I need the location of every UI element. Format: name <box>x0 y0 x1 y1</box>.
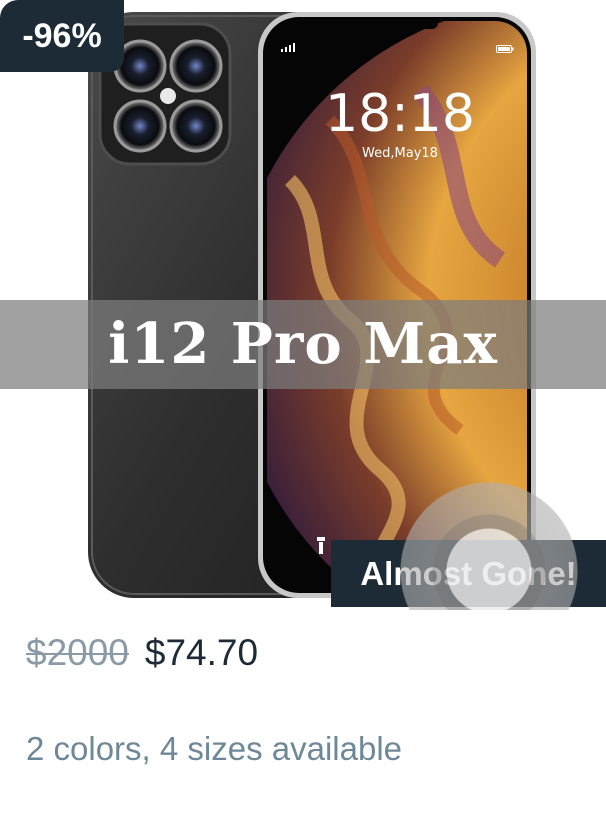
discount-badge: -96% <box>0 0 124 72</box>
original-price: $2000 <box>26 632 129 673</box>
signal-icon <box>281 39 295 52</box>
flashlight-icon <box>317 537 325 555</box>
price-row: $2000 $74.70 <box>26 632 258 682</box>
availability-text: 2 colors, 4 sizes available <box>26 730 403 767</box>
lock-screen-date: Wed,May18 <box>362 146 438 161</box>
sale-price: $74.70 <box>144 632 259 673</box>
battery-icon <box>496 40 514 53</box>
product-image[interactable]: 18:18 Wed,May18 i12 Pro Max -96% Almost … <box>0 0 606 610</box>
lock-screen-time: 18:18 <box>325 84 475 144</box>
product-title: i12 Pro Max <box>108 311 498 377</box>
stock-status-badge: Almost Gone! <box>331 540 606 607</box>
product-card[interactable]: 18:18 Wed,May18 i12 Pro Max -96% Almost … <box>0 0 606 828</box>
